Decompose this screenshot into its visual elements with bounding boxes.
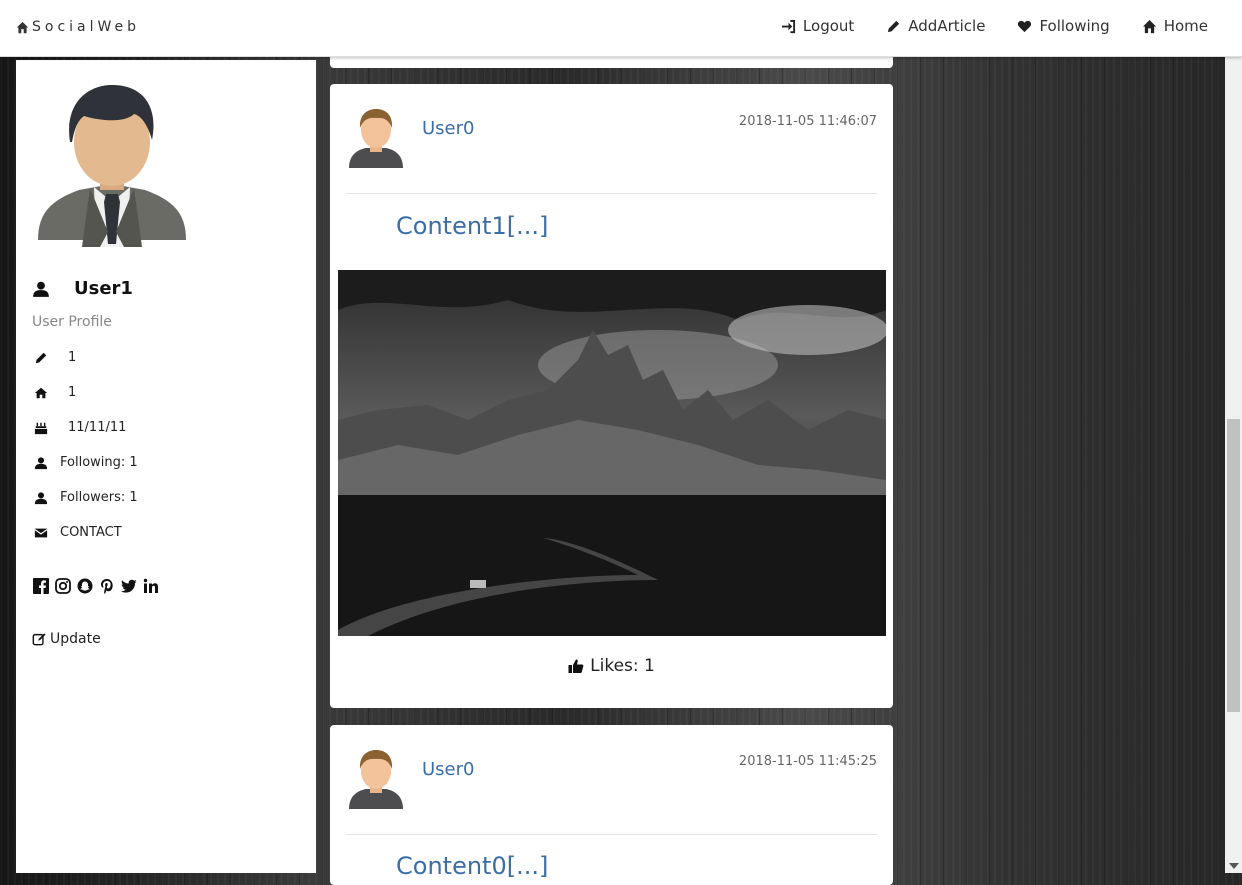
- post-content-link[interactable]: Content0[...]: [396, 852, 548, 880]
- post-timestamp: 2018-11-05 11:45:25: [738, 754, 877, 769]
- info-articles-value: 1: [68, 350, 77, 365]
- likes-label: Likes: 1: [590, 656, 655, 676]
- scroll-down-arrow-icon[interactable]: [1229, 863, 1239, 869]
- info-followers: Followers: 1: [34, 490, 138, 505]
- post-content-link[interactable]: Content1[...]: [396, 212, 548, 240]
- profile-subtitle: User Profile: [32, 314, 112, 330]
- profile-username-label: User1: [74, 278, 133, 299]
- update-link[interactable]: Update: [32, 631, 101, 647]
- following-link[interactable]: Following: [1017, 17, 1110, 35]
- post-card: User0 2018-11-05 11:46:07 Content1[...] …: [330, 84, 893, 708]
- post-timestamp: 2018-11-05 11:46:07: [738, 114, 877, 129]
- add-article-label: AddArticle: [908, 17, 986, 35]
- edit-icon: [32, 633, 46, 646]
- post-avatar: [349, 109, 403, 168]
- user-icon: [34, 456, 48, 469]
- info-home: 1: [34, 385, 76, 400]
- info-birthday-value: 11/11/11: [68, 420, 127, 435]
- top-navbar: SocialWeb Logout AddArticle Following Ho…: [0, 0, 1242, 57]
- logout-link[interactable]: Logout: [781, 17, 854, 35]
- post-image[interactable]: [338, 270, 886, 636]
- add-article-link[interactable]: AddArticle: [886, 17, 985, 35]
- post-card: User0 2018-11-05 11:45:25 Content0[...]: [330, 725, 893, 885]
- update-label: Update: [50, 631, 101, 647]
- home-link[interactable]: Home: [1142, 17, 1208, 35]
- profile-sidebar: User1 User Profile 1 1 11/11/11 Followin…: [16, 60, 316, 873]
- home-icon: [34, 387, 48, 398]
- info-birthday: 11/11/11: [34, 420, 126, 435]
- post-divider: [346, 834, 877, 835]
- pencil-icon: [888, 20, 900, 32]
- info-followers-value: Followers: 1: [60, 490, 138, 505]
- birthday-cake-icon: [34, 422, 48, 434]
- twitter-icon[interactable]: [120, 577, 138, 595]
- pencil-icon: [35, 352, 47, 363]
- info-contact-value: CONTACT: [60, 525, 122, 540]
- info-contact[interactable]: CONTACT: [34, 525, 122, 540]
- home-label: Home: [1163, 17, 1208, 35]
- post-avatar: [349, 750, 403, 809]
- scrollbar-thumb[interactable]: [1227, 419, 1240, 712]
- pinterest-icon[interactable]: [98, 577, 116, 595]
- thumbs-up-icon: [568, 659, 584, 673]
- home-icon: [1142, 19, 1156, 33]
- following-label: Following: [1039, 17, 1110, 35]
- info-articles: 1: [34, 350, 76, 365]
- envelope-icon: [34, 528, 48, 537]
- info-home-value: 1: [68, 385, 77, 400]
- info-following: Following: 1: [34, 455, 138, 470]
- facebook-icon[interactable]: [32, 577, 50, 595]
- post-divider: [346, 193, 877, 194]
- post-username[interactable]: User0: [422, 118, 474, 139]
- linkedin-icon[interactable]: [142, 577, 160, 595]
- brand[interactable]: SocialWeb: [16, 19, 140, 35]
- user-icon: [34, 491, 48, 504]
- heart-icon: [1018, 20, 1032, 32]
- snapchat-icon[interactable]: [76, 577, 94, 595]
- page-scrollbar[interactable]: [1225, 56, 1242, 873]
- info-following-value: Following: 1: [60, 455, 138, 470]
- user-icon: [33, 281, 49, 297]
- home-icon: [16, 21, 29, 33]
- instagram-icon[interactable]: [54, 577, 72, 595]
- like-button[interactable]: Likes: 1: [330, 656, 893, 676]
- logout-icon: [781, 19, 795, 33]
- post-username[interactable]: User0: [422, 759, 474, 780]
- profile-username: User1: [32, 278, 133, 299]
- social-links: [32, 577, 160, 595]
- logout-label: Logout: [802, 17, 855, 35]
- nav-links: Logout AddArticle Following Home: [781, 17, 1208, 35]
- brand-label: SocialWeb: [32, 19, 141, 35]
- avatar: [38, 84, 186, 247]
